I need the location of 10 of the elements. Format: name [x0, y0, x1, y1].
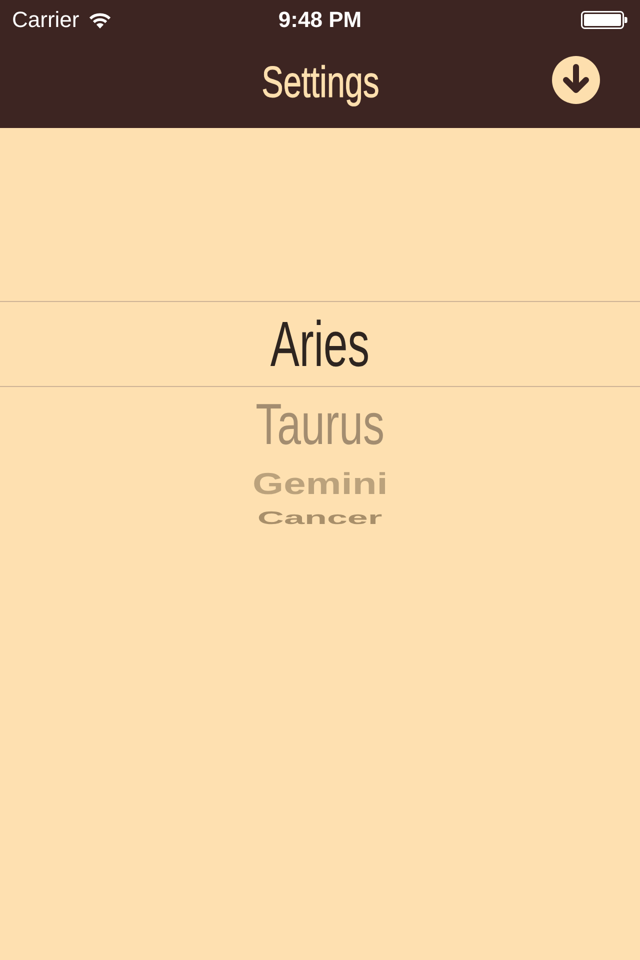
screen-title: Settings — [261, 58, 379, 108]
download-icon[interactable] — [552, 56, 600, 104]
picker-item[interactable]: Gemini — [252, 468, 388, 500]
carrier-name: Carrier — [12, 7, 80, 33]
battery-icon — [581, 11, 628, 29]
picker-item[interactable]: Cancer — [258, 509, 382, 527]
picker-item[interactable]: Taurus — [256, 396, 384, 454]
status-time: 9:48 PM — [278, 7, 362, 33]
wifi-icon — [88, 11, 112, 29]
picker-item[interactable]: Aries — [270, 312, 370, 376]
